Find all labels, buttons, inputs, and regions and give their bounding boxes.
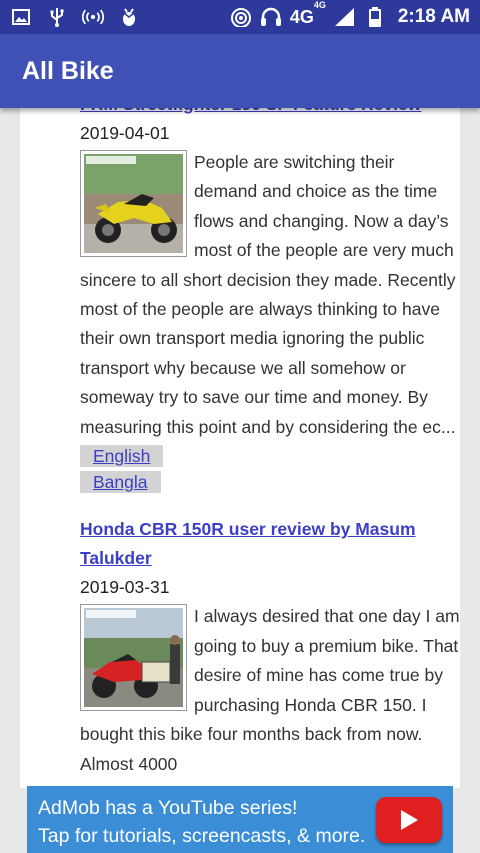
post-excerpt-block: I always desired that one day I am going…	[80, 602, 460, 778]
post-excerpt-block: People are switching their demand and ch…	[80, 148, 460, 471]
android-debug-icon	[118, 6, 140, 28]
usb-icon	[46, 6, 68, 28]
english-link[interactable]: English	[80, 445, 164, 468]
wireless-icon	[230, 6, 252, 28]
battery-icon	[364, 6, 386, 28]
post-thumbnail[interactable]	[80, 604, 187, 712]
post-title-link[interactable]: FKM Streetfighter 150 SF Feature Review	[80, 108, 460, 119]
post-date: 2019-04-01	[80, 123, 170, 143]
post-date: 2019-03-31	[80, 577, 170, 598]
network-type: 4G4G	[289, 0, 326, 27]
status-left-icons	[10, 6, 140, 28]
post-item: FKM Streetfighter 150 SF Feature Review …	[80, 108, 460, 494]
status-time: 2:18 AM	[397, 6, 470, 27]
post-thumbnail[interactable]	[80, 150, 187, 257]
post-item: Honda CBR 150R user review by Masum Talu…	[80, 515, 460, 778]
status-right-icons: 4G4G 2:18 AM	[230, 0, 470, 28]
status-bar: 4G4G 2:18 AM	[0, 0, 480, 34]
post-list[interactable]: FKM Streetfighter 150 SF Feature Review …	[20, 108, 460, 788]
bangla-link[interactable]: Bangla	[80, 471, 161, 494]
yellow-motorbike-image	[84, 154, 183, 253]
app-title: All Bike	[22, 56, 114, 85]
post-language-links: Bangla	[80, 471, 460, 494]
red-motorbike-image	[84, 608, 183, 708]
admob-banner[interactable]: AdMob has a YouTube series! Tap for tuto…	[27, 786, 453, 853]
headset-icon	[260, 6, 282, 28]
youtube-play-icon[interactable]	[376, 797, 442, 843]
post-title-link[interactable]: Honda CBR 150R user review by Masum Talu…	[80, 515, 460, 573]
signal-icon	[334, 6, 356, 28]
post-list-inner: FKM Streetfighter 150 SF Feature Review …	[80, 108, 460, 785]
app-bar: All Bike	[0, 34, 480, 108]
image-icon	[10, 6, 32, 28]
hotspot-icon	[82, 6, 104, 28]
